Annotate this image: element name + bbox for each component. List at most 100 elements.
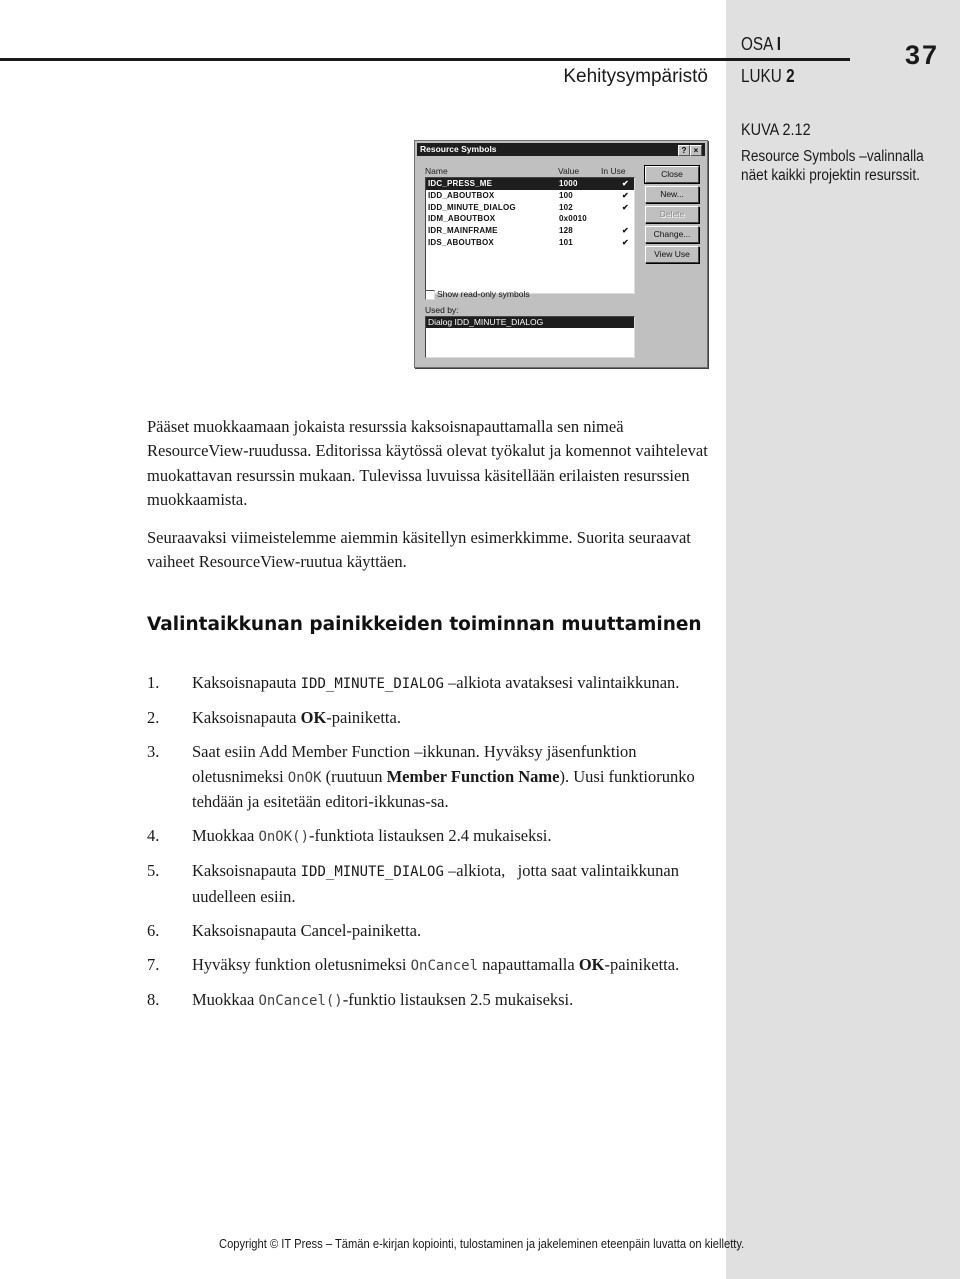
- close-icon[interactable]: ×: [690, 145, 702, 156]
- step-text: –alkiota avataksesi valintaikkunan.: [443, 673, 680, 692]
- chapter-label: LUKU 2: [741, 66, 795, 87]
- used-by-label: Used by:: [425, 305, 459, 315]
- ui-term: OK: [300, 708, 327, 727]
- symbol-row[interactable]: IDR_MAINFRAME 128 ✔: [426, 225, 634, 237]
- symbol-name: IDR_MAINFRAME: [428, 226, 498, 236]
- symbol-row[interactable]: IDD_MINUTE_DIALOG 102 ✔: [426, 202, 634, 214]
- delete-button[interactable]: Delete: [645, 206, 699, 223]
- dialog-title: Resource Symbols: [420, 144, 497, 154]
- step-item: 8. Muokkaa OnCancel()-funktio listauksen…: [147, 988, 717, 1014]
- code-identifier: IDD_MINUTE_DIALOG: [300, 864, 444, 880]
- symbol-value: 1000: [559, 179, 578, 188]
- checkmark-icon: ✔: [622, 226, 629, 236]
- section-heading: Valintaikkunan painikkeiden toiminnan mu…: [147, 614, 702, 635]
- symbol-name: IDD_ABOUTBOX: [428, 190, 495, 200]
- part-label: OSA I: [741, 34, 781, 55]
- column-header-in-use[interactable]: In Use: [601, 166, 626, 176]
- checkmark-icon: ✔: [622, 179, 629, 188]
- step-text: (ruutuun: [321, 766, 387, 786]
- chapter-number: 2: [786, 66, 795, 86]
- step-text: -painiketta.: [326, 708, 401, 727]
- paragraph-intro: Pääset muokkaamaan jokaista resurssia ka…: [147, 417, 708, 509]
- chapter-title: Kehitysympäristö: [563, 66, 708, 87]
- checkmark-icon: ✔: [622, 190, 629, 200]
- symbol-name: IDC_PRESS_ME: [428, 179, 493, 188]
- symbols-list[interactable]: IDC_PRESS_ME 1000 ✔ IDD_ABOUTBOX 100 ✔ IDD_MIN…: [425, 177, 635, 294]
- code-identifier: OnCancel: [410, 957, 479, 974]
- step-text: Muokkaa: [192, 826, 259, 845]
- step-number: 3.: [147, 742, 160, 761]
- step-text: Kaksoisnapauta: [192, 708, 301, 727]
- symbol-value: 100: [559, 190, 573, 200]
- used-by-item[interactable]: Dialog IDD_MINUTE_DIALOG: [426, 317, 634, 328]
- symbol-row[interactable]: IDS_ABOUTBOX 101 ✔: [426, 237, 634, 249]
- figure-label: KUVA 2.12: [741, 120, 811, 139]
- resource-symbols-dialog: Resource Symbols ? × Name Value In Use I…: [414, 140, 708, 368]
- step-item: 7. Hyväksy funktion oletusnimeksi OnCanc…: [147, 953, 717, 979]
- column-header-name[interactable]: Name: [425, 166, 448, 176]
- symbol-name: IDD_MINUTE_DIALOG: [428, 202, 516, 212]
- step-number: 5.: [147, 861, 160, 880]
- symbol-row[interactable]: IDD_ABOUTBOX 100 ✔: [426, 190, 634, 202]
- step-number: 7.: [147, 954, 160, 974]
- step-text: Hyväksy funktion oletusnimeksi: [192, 954, 411, 974]
- step-item: 6. Kaksoisnapauta Cancel-painiketta.: [147, 919, 717, 944]
- margin-sidebar: [726, 0, 960, 1279]
- step-number: 4.: [147, 826, 160, 845]
- change-button[interactable]: Change...: [645, 226, 699, 243]
- view-use-button[interactable]: View Use: [645, 246, 699, 263]
- symbol-row[interactable]: IDM_ABOUTBOX 0x0010: [426, 213, 634, 225]
- symbol-value: 0x0010: [559, 214, 587, 224]
- figure-caption: Resource Symbols –valinnalla näet kaikki…: [741, 148, 924, 184]
- step-text: Kaksoisnapauta: [192, 861, 301, 880]
- step-number: 1.: [147, 673, 160, 692]
- show-readonly-checkbox[interactable]: [425, 290, 435, 300]
- code-identifier: OnCancel(): [258, 992, 343, 1009]
- step-item: 1. Kaksoisnapauta IDD_MINUTE_DIALOG –alk…: [147, 671, 717, 697]
- code-identifier: IDD_MINUTE_DIALOG: [300, 676, 444, 692]
- checkmark-icon: ✔: [622, 237, 629, 247]
- show-readonly-label[interactable]: Show read-only symbols: [437, 289, 530, 299]
- paragraph-next-steps: Seuraavaksi viimeistelemme aiemmin käsit…: [147, 528, 691, 572]
- step-text: -painiketta.: [346, 920, 422, 940]
- step-item: 2. Kaksoisnapauta OK-painiketta.: [147, 706, 717, 731]
- chapter-label-text: LUKU: [741, 66, 782, 86]
- copyright-footer: Copyright © IT Press – Tämän e-kirjan ko…: [219, 1236, 745, 1251]
- steps-list: 1. Kaksoisnapauta IDD_MINUTE_DIALOG –alk…: [147, 671, 717, 1023]
- symbol-row[interactable]: IDC_PRESS_ME 1000 ✔: [426, 178, 634, 190]
- symbol-name: IDS_ABOUTBOX: [428, 237, 494, 247]
- part-label-text: OSA: [741, 34, 773, 54]
- close-button[interactable]: Close: [644, 165, 700, 184]
- symbol-name: IDM_ABOUTBOX: [428, 214, 496, 224]
- ui-term: Cancel: [300, 920, 347, 940]
- page-number: 37: [905, 40, 940, 70]
- ui-term: OK: [578, 954, 605, 974]
- step-item: 5. Kaksoisnapauta IDD_MINUTE_DIALOG –alk…: [147, 859, 717, 909]
- step-number: 6.: [147, 920, 160, 940]
- code-identifier: OnOK: [287, 769, 322, 786]
- symbol-value: 102: [559, 202, 573, 212]
- step-item: 3. Saat esiin Add Member Function –ikkun…: [147, 740, 717, 815]
- step-text: -painiketta.: [604, 954, 680, 974]
- symbol-value: 128: [559, 226, 573, 236]
- dialog-titlebar: Resource Symbols ? ×: [417, 143, 705, 156]
- step-item: 4. Muokkaa OnOK()-funktiota listauksen 2…: [147, 824, 717, 850]
- checkmark-icon: ✔: [622, 202, 629, 212]
- step-number: 2.: [147, 708, 160, 727]
- step-text: -funktio listauksen 2.5 mukaiseksi.: [342, 989, 574, 1009]
- step-text: napauttamalla: [478, 954, 579, 974]
- step-text: Kaksoisnapauta: [192, 920, 301, 940]
- part-number: I: [776, 34, 782, 54]
- column-header-value[interactable]: Value: [558, 166, 579, 176]
- used-by-list[interactable]: Dialog IDD_MINUTE_DIALOG: [425, 316, 635, 358]
- step-text: -funktiota listauksen 2.4 mukaiseksi.: [309, 826, 552, 845]
- step-text: Muokkaa: [192, 989, 259, 1009]
- code-identifier: OnOK(): [258, 829, 310, 845]
- header-rule: [0, 58, 850, 61]
- step-text: Kaksoisnapauta: [192, 673, 301, 692]
- symbol-value: 101: [559, 237, 573, 247]
- help-icon[interactable]: ?: [678, 145, 690, 156]
- new-button[interactable]: New...: [645, 186, 699, 203]
- step-number: 8.: [147, 989, 160, 1009]
- ui-term: Member Function Name: [386, 766, 560, 786]
